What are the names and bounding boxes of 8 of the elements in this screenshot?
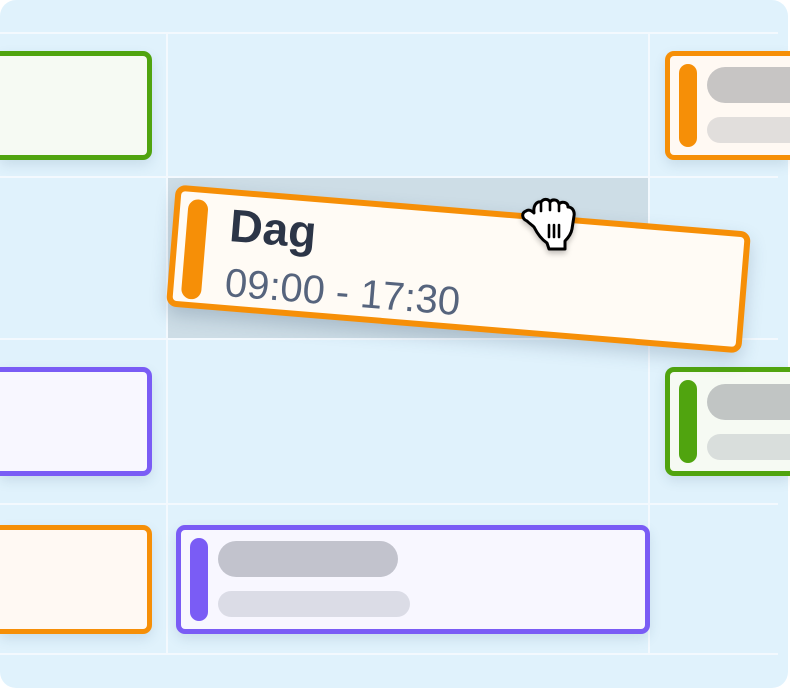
shift-card[interactable] (665, 367, 790, 476)
shift-card[interactable] (0, 50, 152, 160)
shift-card[interactable] (176, 524, 650, 634)
shift-time: 09:00 - 17:30 (223, 260, 462, 324)
shift-card[interactable] (0, 524, 152, 634)
shift-card[interactable] (665, 50, 790, 160)
shift-title: Dag (228, 200, 320, 260)
shift-card[interactable] (0, 367, 152, 476)
